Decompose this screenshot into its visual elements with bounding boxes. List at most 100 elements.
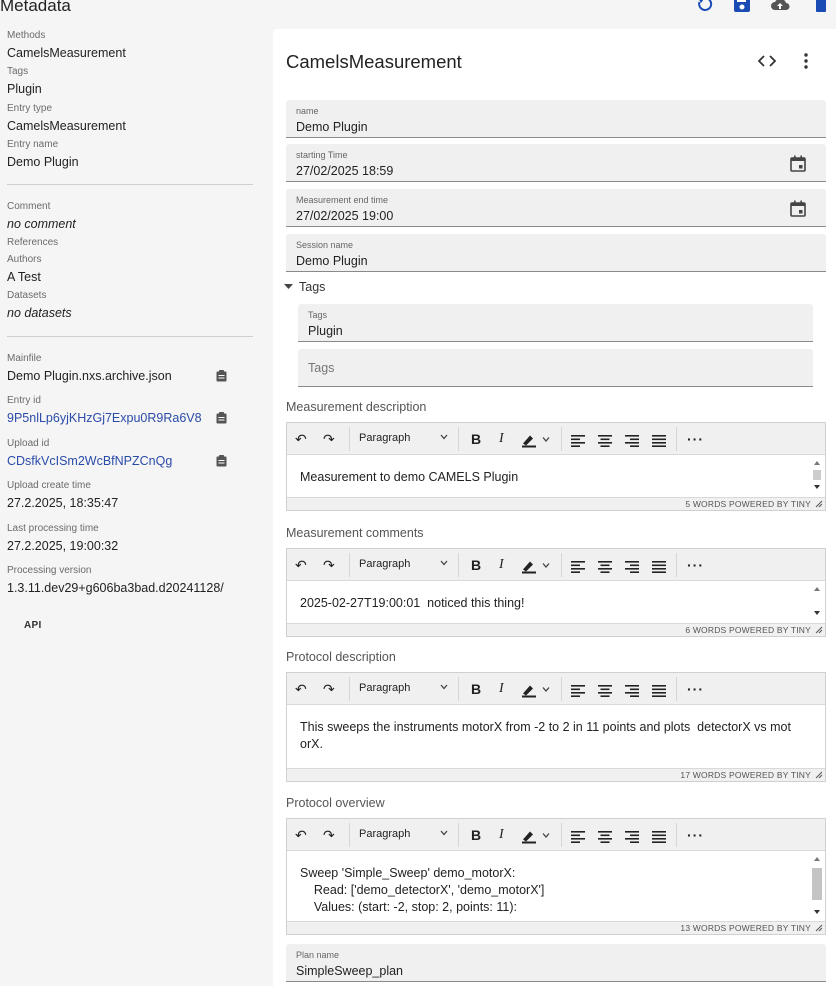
paragraph-select[interactable]: Paragraph <box>359 432 410 444</box>
editor-content[interactable]: This sweeps the instruments motorX from … <box>287 705 825 768</box>
editor-content[interactable]: Sweep 'Simple_Sweep' demo_motorX: Read: … <box>287 851 825 921</box>
measurement-comments-editor[interactable]: ↶ ↷ Paragraph B I ··· 2025-02-27T19:00:0… <box>286 548 826 637</box>
clipboard-icon[interactable] <box>216 370 227 382</box>
align-left-icon[interactable] <box>571 433 585 449</box>
undo-icon[interactable]: ↶ <box>295 557 307 573</box>
align-left-icon[interactable] <box>571 829 585 845</box>
api-button[interactable]: API <box>24 620 42 631</box>
protocol-overview-label: Protocol overview <box>286 796 385 810</box>
editor-scrollbar[interactable] <box>810 457 824 493</box>
align-right-icon[interactable] <box>625 559 639 575</box>
undo-icon[interactable]: ↶ <box>295 681 307 697</box>
justify-icon[interactable] <box>652 559 666 575</box>
calendar-icon[interactable] <box>790 155 806 172</box>
undo-icon[interactable]: ↶ <box>295 431 307 447</box>
measurement-description-editor[interactable]: ↶ ↷ Paragraph B I ··· Measurement to dem… <box>286 422 826 511</box>
editor-content[interactable]: Measurement to demo CAMELS Plugin <box>287 455 825 497</box>
redo-icon[interactable]: ↷ <box>323 827 335 843</box>
align-right-icon[interactable] <box>625 683 639 699</box>
tags-field-value: Plugin <box>308 324 343 338</box>
clipboard-icon[interactable] <box>216 412 227 424</box>
end-time-value: 27/02/2025 19:00 <box>296 209 394 223</box>
editor-status-bar: 6 WORDS POWERED BY TINY <box>287 623 825 636</box>
italic-icon[interactable]: I <box>499 431 504 447</box>
align-right-icon[interactable] <box>625 829 639 845</box>
more-icon[interactable]: ··· <box>687 681 704 697</box>
align-left-icon[interactable] <box>571 683 585 699</box>
save-icon[interactable] <box>732 0 752 14</box>
redo-icon[interactable]: ↷ <box>323 431 335 447</box>
caret-down-icon <box>284 284 293 289</box>
starting-time-value: 27/02/2025 18:59 <box>296 164 394 178</box>
toolbar-separator <box>349 553 350 577</box>
bold-icon[interactable]: B <box>471 681 481 697</box>
clipboard-icon[interactable] <box>216 455 227 467</box>
resize-grip-icon[interactable] <box>815 500 823 508</box>
editor-scrollbar[interactable] <box>810 853 824 919</box>
tags-section-toggle[interactable]: Tags <box>284 280 325 294</box>
undo-icon[interactable]: ↶ <box>295 827 307 843</box>
resize-grip-icon[interactable] <box>815 771 823 779</box>
paragraph-select[interactable]: Paragraph <box>359 682 410 694</box>
highlight-icon[interactable] <box>521 682 553 698</box>
entry-id-label: Entry id <box>7 395 41 406</box>
session-name-field[interactable]: Session name Demo Plugin <box>286 234 826 272</box>
tags-field-label: Tags <box>308 310 328 320</box>
tags-input[interactable]: Tags <box>298 349 813 387</box>
justify-icon[interactable] <box>652 683 666 699</box>
resize-grip-icon[interactable] <box>815 924 823 932</box>
more-vert-icon[interactable] <box>796 51 816 71</box>
end-time-field[interactable]: Measurement end time 27/02/2025 19:00 <box>286 189 826 227</box>
bold-icon[interactable]: B <box>471 827 481 843</box>
tags-field[interactable]: Tags Plugin <box>298 304 813 342</box>
italic-icon[interactable]: I <box>499 827 504 843</box>
align-center-icon[interactable] <box>598 829 612 845</box>
paragraph-select[interactable]: Paragraph <box>359 558 410 570</box>
redo-icon[interactable]: ↷ <box>323 557 335 573</box>
redo-icon[interactable]: ↷ <box>323 681 335 697</box>
align-center-icon[interactable] <box>598 559 612 575</box>
more-icon[interactable]: ··· <box>687 557 704 573</box>
plan-name-field[interactable]: Plan name SimpleSweep_plan <box>286 944 826 982</box>
name-field[interactable]: name Demo Plugin <box>286 100 826 138</box>
justify-icon[interactable] <box>652 829 666 845</box>
toolbar-separator <box>561 427 562 451</box>
calendar-icon[interactable] <box>790 200 806 217</box>
align-left-icon[interactable] <box>571 559 585 575</box>
toolbar-separator <box>349 677 350 701</box>
align-center-icon[interactable] <box>598 433 612 449</box>
align-right-icon[interactable] <box>625 433 639 449</box>
word-count: 17 WORDS POWERED BY TINY <box>680 770 811 780</box>
resize-grip-icon[interactable] <box>815 626 823 634</box>
bold-icon[interactable]: B <box>471 431 481 447</box>
toolbar-separator <box>561 677 562 701</box>
paragraph-select[interactable]: Paragraph <box>359 828 410 840</box>
editor-scrollbar[interactable] <box>810 583 824 619</box>
entry-id-link[interactable]: 9P5nlLp6yjKHzGj7Expu0R9Ra6V8 <box>7 411 202 425</box>
name-field-label: name <box>296 106 319 116</box>
divider <box>7 336 253 337</box>
justify-icon[interactable] <box>652 433 666 449</box>
more-icon[interactable]: ··· <box>687 431 704 447</box>
metadata-sidebar: Metadata Methods CamelsMeasurement Tags … <box>0 0 262 986</box>
bold-icon[interactable]: B <box>471 557 481 573</box>
more-icon[interactable]: ··· <box>687 827 704 843</box>
upload-id-link[interactable]: CDsfkVcISm2WcBfNPZCnQg <box>7 454 172 468</box>
reload-icon[interactable] <box>695 0 715 14</box>
entry-name-label: Entry name <box>7 139 59 150</box>
highlight-icon[interactable] <box>521 558 553 574</box>
word-count: 6 WORDS POWERED BY TINY <box>685 625 811 635</box>
highlight-icon[interactable] <box>521 828 553 844</box>
italic-icon[interactable]: I <box>499 557 504 573</box>
starting-time-field[interactable]: starting Time 27/02/2025 18:59 <box>286 144 826 182</box>
italic-icon[interactable]: I <box>499 681 504 697</box>
protocol-overview-editor[interactable]: ↶ ↷ Paragraph B I ··· Sweep 'Simple_Swee… <box>286 818 826 935</box>
highlight-icon[interactable] <box>521 432 553 448</box>
protocol-description-editor[interactable]: ↶ ↷ Paragraph B I ··· This sweeps the in… <box>286 672 826 782</box>
cloud-upload-icon[interactable] <box>769 0 791 14</box>
editor-content[interactable]: 2025-02-27T19:00:01 noticed this thing! <box>287 581 825 623</box>
align-center-icon[interactable] <box>598 683 612 699</box>
delete-icon[interactable] <box>815 0 827 14</box>
tags-value: Plugin <box>7 82 42 96</box>
code-icon[interactable] <box>757 51 777 71</box>
